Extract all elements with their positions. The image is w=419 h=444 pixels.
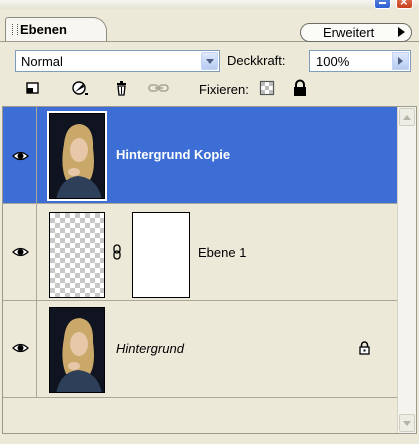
layer-row[interactable]: Hintergrund: [3, 301, 397, 398]
layer-name: Hintergrund Kopie: [116, 147, 231, 162]
brush-icon[interactable]: [71, 79, 89, 97]
opacity-value: 100%: [316, 54, 350, 69]
erweitert-menu-button[interactable]: Erweitert: [300, 23, 412, 42]
window-controls: [0, 0, 419, 9]
portrait-thumbnail: [50, 308, 104, 392]
layer-thumbnail[interactable]: [49, 307, 105, 393]
link-icon[interactable]: [148, 79, 170, 97]
layers-list: Hintergrund Kopie Ebene 1 Hintergrund: [2, 106, 417, 434]
layer-name: Hintergrund: [116, 341, 184, 356]
layer-tools-row: Fixieren:: [0, 76, 419, 100]
mask-link-icon[interactable]: [112, 244, 122, 260]
tab-row: Ebenen Erweitert: [0, 9, 419, 42]
lock-icon: [359, 341, 370, 355]
scroll-up-icon[interactable]: [399, 108, 415, 126]
lock-all-icon[interactable]: [291, 79, 309, 97]
tab-label: Ebenen: [20, 22, 67, 37]
layer-name: Ebene 1: [198, 245, 247, 260]
eye-icon: [12, 343, 29, 353]
blend-mode-select[interactable]: Normal: [15, 50, 220, 72]
vertical-scrollbar[interactable]: [397, 107, 416, 433]
visibility-toggle[interactable]: [3, 107, 37, 203]
layer-row[interactable]: Ebene 1: [3, 204, 397, 301]
arrow-right-icon: [398, 27, 405, 37]
lock-pixels-icon[interactable]: [258, 79, 276, 97]
visibility-toggle[interactable]: [3, 301, 37, 397]
opacity-label: Deckkraft:: [227, 53, 286, 68]
visibility-toggle[interactable]: [3, 204, 37, 300]
scroll-down-icon[interactable]: [399, 414, 415, 432]
layer-row[interactable]: Hintergrund Kopie: [3, 107, 397, 204]
minimize-icon[interactable]: [374, 0, 391, 9]
panel-bottom-bar: [0, 434, 419, 444]
layer-mask-thumbnail[interactable]: [132, 212, 190, 298]
opacity-slider-arrow-icon[interactable]: [392, 52, 409, 70]
grip-icon: [12, 24, 18, 35]
eye-icon: [12, 247, 29, 257]
eye-icon: [12, 151, 29, 161]
opacity-field[interactable]: 100%: [309, 50, 411, 72]
chevron-down-icon[interactable]: [201, 52, 218, 70]
close-icon[interactable]: [396, 0, 413, 9]
lock-transparency-icon[interactable]: [24, 79, 42, 97]
layer-thumbnail[interactable]: [47, 111, 107, 201]
trash-icon[interactable]: [113, 79, 131, 97]
tab-ebenen[interactable]: Ebenen: [5, 17, 107, 41]
blend-mode-value: Normal: [21, 54, 63, 69]
portrait-thumbnail: [50, 114, 104, 198]
fixieren-label: Fixieren:: [199, 82, 249, 97]
erweitert-label: Erweitert: [323, 25, 375, 40]
layers-panel: Ebenen Erweitert Normal Deckkraft: 100%: [0, 0, 419, 444]
layer-thumbnail[interactable]: [49, 212, 105, 298]
